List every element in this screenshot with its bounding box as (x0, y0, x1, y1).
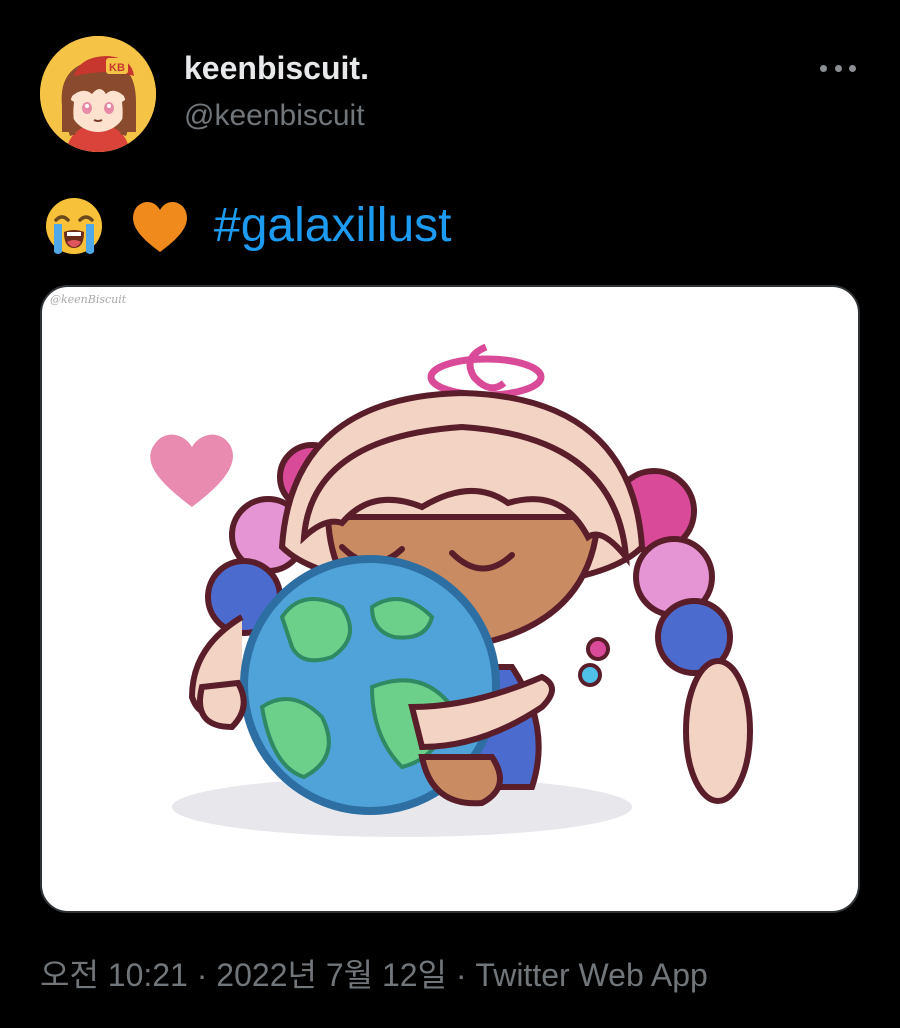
tweet-meta: 오전 10:21 · 2022년 7월 12일 · Twitter Web Ap… (40, 954, 708, 996)
hashtag-link[interactable]: #galaxillust (214, 194, 451, 258)
orange-heart-icon (128, 194, 192, 258)
dot (820, 64, 827, 72)
svg-text:KB: KB (109, 62, 125, 74)
tweet: KB keenbiscuit. @keenbiscuit #galaxillus… (0, 0, 900, 1028)
tweet-time[interactable]: 오전 10:21 (40, 957, 188, 993)
tweet-date[interactable]: 2022년 7월 12일 (216, 957, 447, 993)
loudly-crying-face-icon (42, 194, 106, 258)
more-dots-icon[interactable] (820, 58, 856, 78)
user-names: keenbiscuit. @keenbiscuit (184, 48, 369, 136)
meta-separator: · (446, 957, 476, 993)
display-name[interactable]: keenbiscuit. (184, 48, 369, 88)
tweet-source[interactable]: Twitter Web App (475, 957, 707, 993)
avatar[interactable]: KB (40, 36, 156, 152)
tweet-image[interactable]: @keenBiscuit (40, 285, 860, 913)
illustration (150, 343, 753, 837)
meta-separator: · (187, 957, 217, 993)
image-watermark: @keenBiscuit (50, 293, 127, 306)
dot (849, 64, 856, 72)
user-handle[interactable]: @keenbiscuit (184, 96, 369, 136)
dot (834, 64, 842, 72)
tweet-text: #galaxillust (42, 194, 451, 258)
